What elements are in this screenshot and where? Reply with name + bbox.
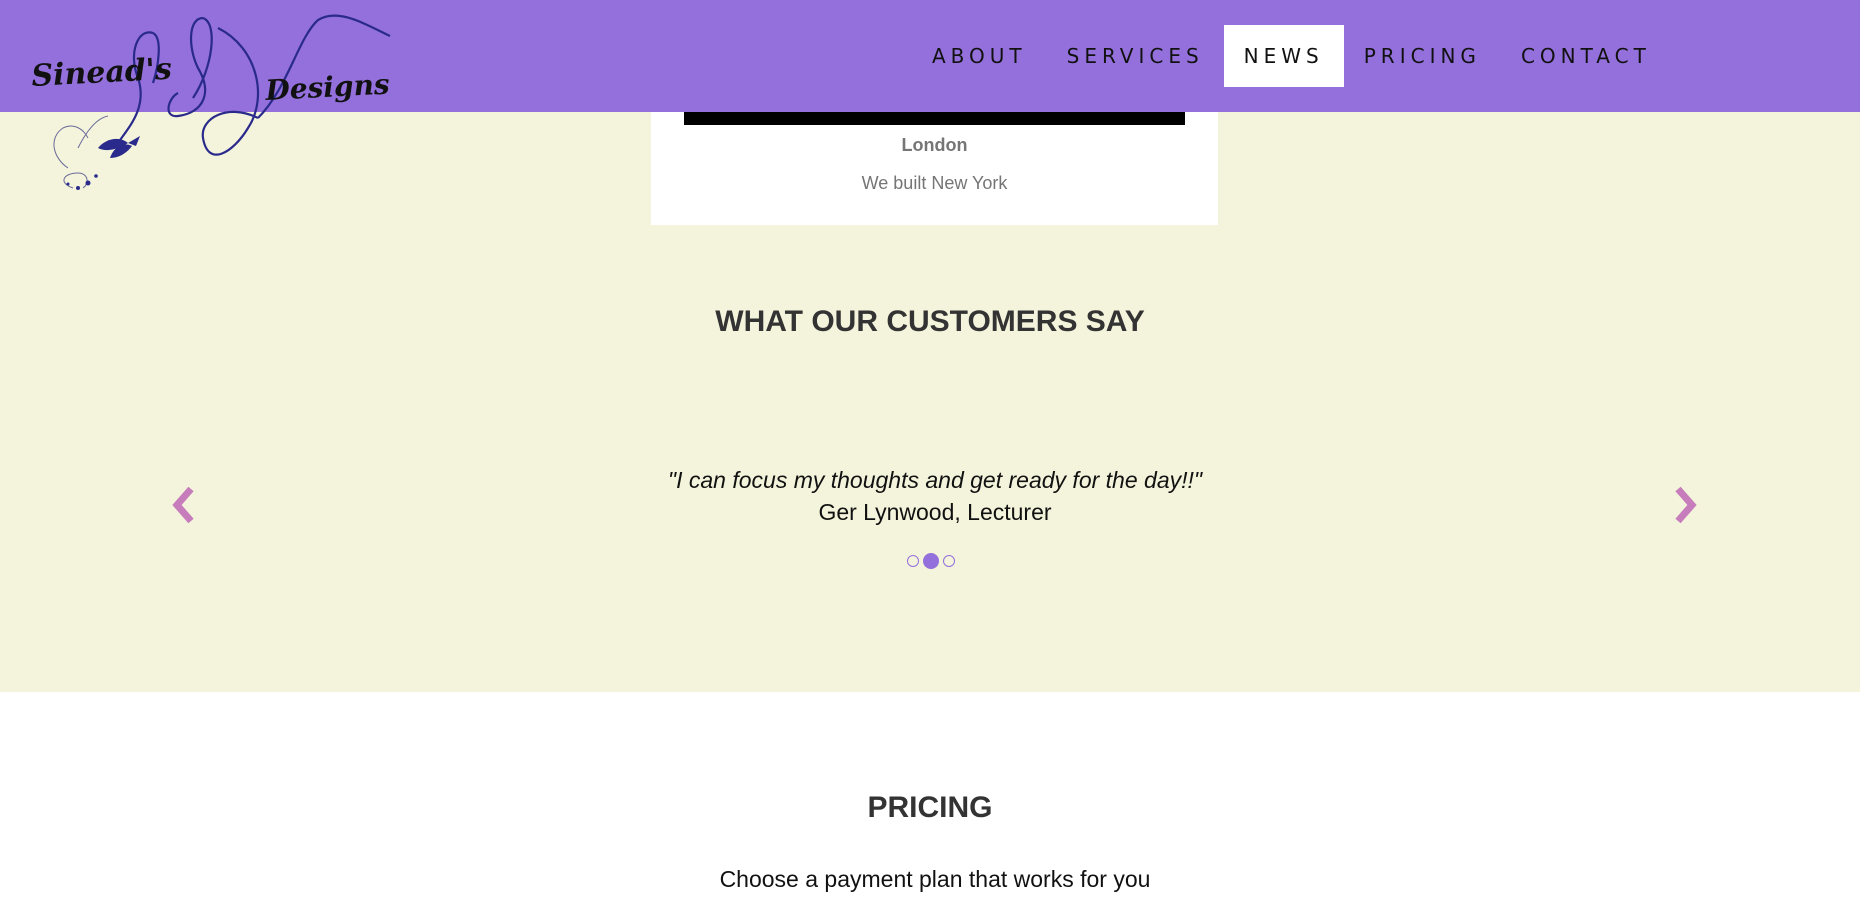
nav-services[interactable]: SERVICES	[1047, 25, 1224, 87]
carousel-dot-3[interactable]	[943, 555, 955, 567]
carousel-indicators	[907, 553, 955, 569]
news-card: London We built New York	[651, 112, 1218, 225]
news-card-text: We built New York	[861, 173, 1008, 193]
site-logo[interactable]: Sinead's Designs	[28, 8, 408, 198]
main-nav: ABOUT SERVICES NEWS PRICING CONTACT	[912, 25, 1671, 87]
page: ABOUT SERVICES NEWS PRICING CONTACT Sine…	[0, 0, 1860, 900]
news-card-image	[684, 112, 1185, 125]
nav-pricing[interactable]: PRICING	[1344, 25, 1501, 87]
pricing-heading: PRICING	[867, 791, 993, 824]
news-card-title: London	[901, 135, 968, 155]
carousel-dot-1[interactable]	[907, 555, 919, 567]
logo-text-1: Sinead's	[31, 52, 173, 94]
testimonials-heading: WHAT OUR CUSTOMERS SAY	[715, 305, 1145, 338]
nav-contact[interactable]: CONTACT	[1501, 25, 1671, 87]
nav-about[interactable]: ABOUT	[912, 25, 1047, 87]
pricing-subtitle: Choose a payment plan that works for you	[719, 866, 1151, 892]
testimonials-section: London We built New York WHAT OUR CUSTOM…	[0, 112, 1860, 692]
logo-text-2: Designs	[264, 68, 391, 108]
carousel-dot-2[interactable]	[923, 553, 939, 569]
nav-news[interactable]: NEWS	[1223, 25, 1344, 87]
testimonial-quote: "I can focus my thoughts and get ready f…	[667, 467, 1203, 493]
testimonial-author: Ger Lynwood, Lecturer	[818, 499, 1052, 525]
